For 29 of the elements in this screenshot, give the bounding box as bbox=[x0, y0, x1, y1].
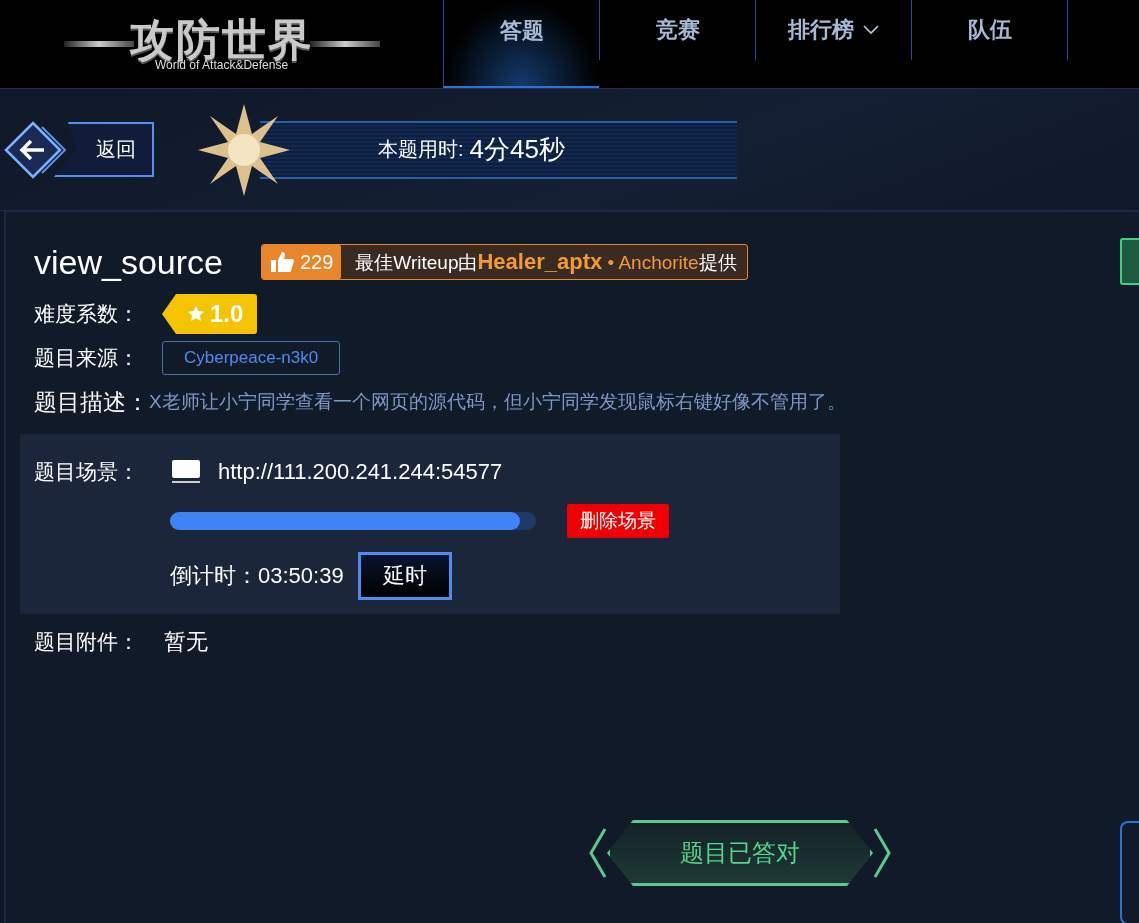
countdown: 倒计时：03:50:39 bbox=[170, 562, 344, 590]
source-tag: Cyberpeace-n3k0 bbox=[162, 341, 341, 375]
scene-url[interactable]: http://111.200.241.244:54577 bbox=[218, 459, 503, 485]
scene-label: 题目场景： bbox=[34, 459, 140, 485]
source-label: 题目来源： bbox=[34, 345, 140, 371]
nav-tab[interactable]: 竞赛 bbox=[599, 0, 755, 60]
description-text: X老师让小宁同学查看一个网页的源代码，但小宁同学发现鼠标右键好像不管用了。 bbox=[149, 390, 846, 414]
logo[interactable]: 攻防世界 World of Attack&Defense bbox=[0, 0, 443, 88]
thumbs-up-icon bbox=[270, 251, 294, 273]
nav-tab[interactable]: 队伍 bbox=[911, 0, 1067, 60]
chevron-down-icon bbox=[861, 25, 880, 35]
difficulty-label: 难度系数： bbox=[34, 301, 140, 327]
attachment-label: 题目附件： bbox=[34, 629, 140, 655]
solved-status-button[interactable]: 题目已答对 bbox=[607, 820, 873, 886]
attachment-value: 暂无 bbox=[164, 628, 208, 656]
difficulty-tag: 1.0 bbox=[162, 294, 258, 334]
extend-button[interactable]: 延时 bbox=[357, 552, 452, 600]
challenge-title: view_source bbox=[34, 242, 223, 282]
writeup-credit: 最佳Writeup由 Healer_aptx • Anchorite提供 bbox=[354, 248, 738, 276]
side-panel bbox=[1120, 238, 1139, 285]
timer-label: 本题用时: bbox=[378, 137, 464, 162]
description-label: 题目描述： bbox=[34, 387, 149, 417]
delete-scene-button[interactable]: 删除场景 bbox=[567, 504, 669, 538]
writeup-badge[interactable]: 229 最佳Writeup由 Healer_aptx • Anchorite提供 bbox=[261, 244, 748, 280]
nav-tab[interactable]: 排行榜 bbox=[755, 0, 911, 60]
star-icon bbox=[188, 306, 204, 322]
nav-tab[interactable]: 答题 bbox=[443, 0, 599, 88]
timer-value: 4分45秒 bbox=[469, 133, 565, 166]
monitor-icon bbox=[172, 460, 200, 484]
